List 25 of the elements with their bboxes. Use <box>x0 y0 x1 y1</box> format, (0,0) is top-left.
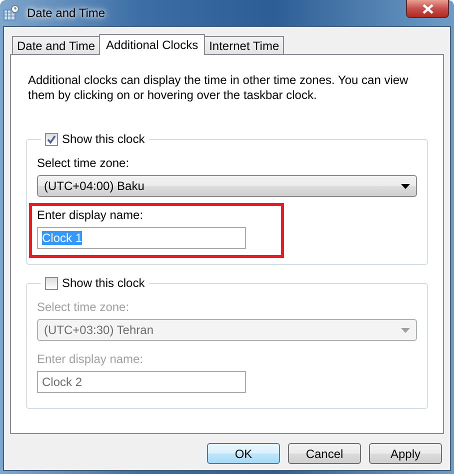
tab[interactable]: Additional Clocks <box>99 34 206 55</box>
field-label: Select time zone: <box>37 300 130 314</box>
checkbox-label[interactable]: Show this clock <box>62 276 145 290</box>
tab[interactable]: Internet Time <box>204 36 284 54</box>
caret-icon <box>401 328 410 332</box>
caret-icon <box>401 184 410 188</box>
checkbox[interactable] <box>45 276 58 290</box>
description-text: Additional clocks can display the time in other time zones. You can view them by clicking on or hovering over the taskbar clock. <box>28 73 410 103</box>
tab[interactable]: Date and Time <box>12 36 100 54</box>
dialog-button[interactable]: OK <box>207 443 280 464</box>
dialog-button[interactable]: Apply <box>369 443 442 464</box>
dialog-button[interactable]: Cancel <box>288 443 361 464</box>
check-icon <box>47 134 56 144</box>
time-zone-dropdown[interactable]: (UTC+04:00) Baku <box>37 175 417 197</box>
field-label: Enter display name: <box>37 352 144 366</box>
input-field[interactable]: Clock 2 <box>37 371 246 393</box>
checkbox-label[interactable]: Show this clock <box>62 132 145 146</box>
time-zone-dropdown[interactable]: (UTC+03:30) Tehran <box>37 319 417 341</box>
calendar-clock-icon <box>3 5 19 21</box>
window-title: Date and Time <box>27 6 106 20</box>
close-button[interactable] <box>406 0 449 18</box>
field-label: Enter display name: <box>37 208 144 222</box>
close-icon <box>422 4 434 14</box>
checkbox[interactable] <box>45 132 58 146</box>
field-label: Select time zone: <box>37 156 130 170</box>
